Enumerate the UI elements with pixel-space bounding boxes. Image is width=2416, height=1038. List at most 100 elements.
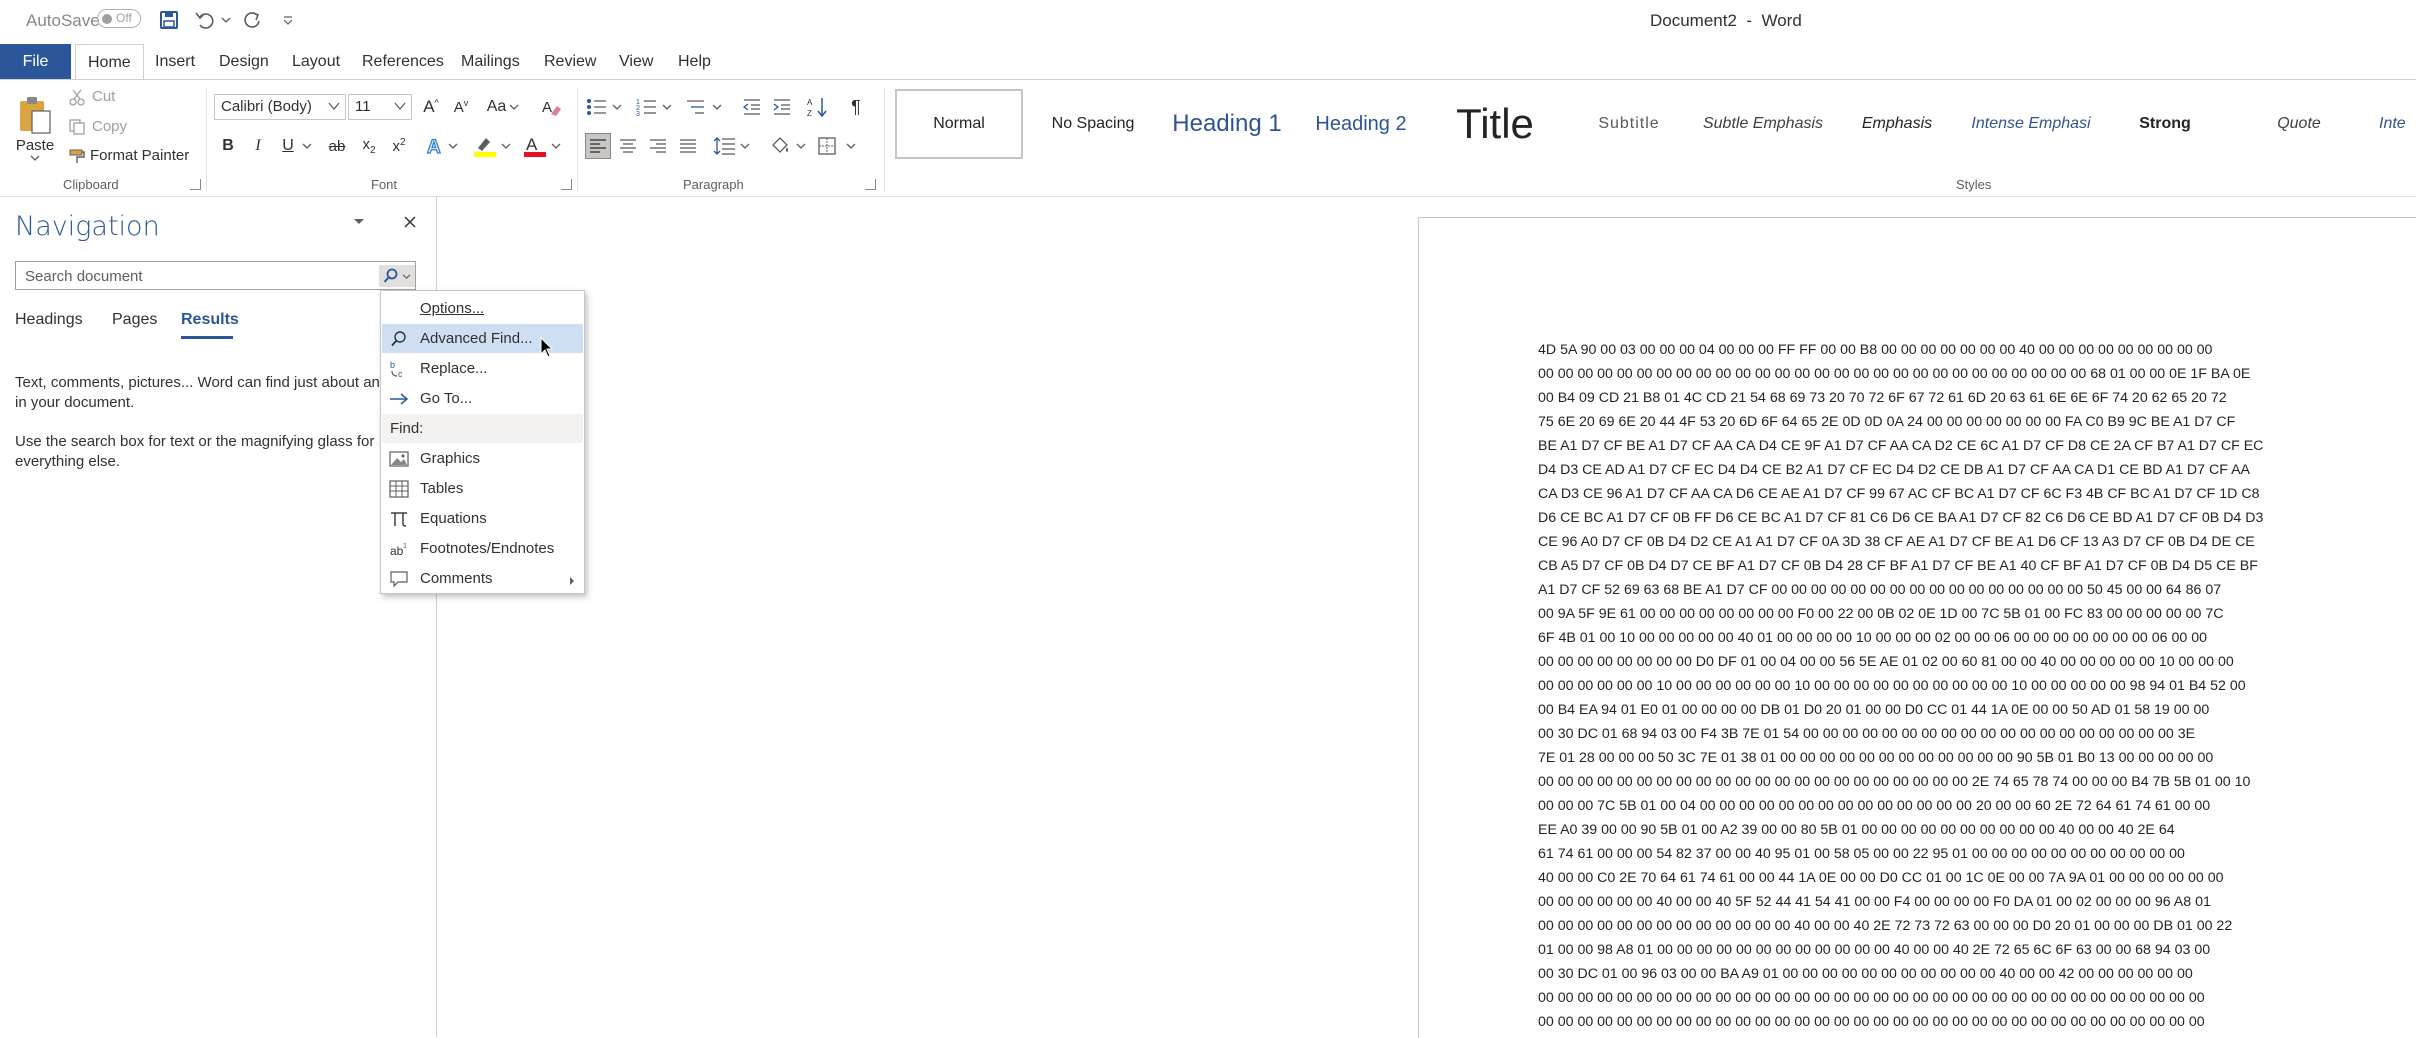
style-heading-1[interactable]: Heading 1 [1163,89,1291,159]
strikethrough-button[interactable]: ab [324,133,350,159]
tab-insert[interactable]: Insert [155,44,195,80]
align-center-button[interactable] [615,133,641,159]
style-heading-2[interactable]: Heading 2 [1297,89,1425,159]
menu-item-label: Equations [420,510,487,527]
font-name-combo[interactable]: Calibri (Body) [214,94,346,120]
change-case-button[interactable]: Aa [484,94,522,120]
superscript-button[interactable]: x2 [386,133,412,159]
menu-item-footnotes[interactable]: ab 1 Footnotes/Endnotes [382,534,583,563]
close-icon [404,216,416,228]
style-no-spacing[interactable]: No Spacing [1029,89,1157,159]
font-group-label: Font [371,177,398,192]
font-launcher[interactable] [561,179,572,190]
tab-design[interactable]: Design [219,44,269,80]
svg-text:1: 1 [403,543,407,550]
paste-button[interactable]: Paste [12,88,58,168]
format-painter-button[interactable] [66,145,88,167]
menu-item-comments[interactable]: Comments [382,564,583,593]
redo-button[interactable] [238,6,266,34]
style-normal[interactable]: Normal [895,89,1023,159]
pane-options-button[interactable] [348,211,370,233]
tab-layout[interactable]: Layout [292,44,340,80]
document-line: 00 00 00 00 00 00 10 00 00 00 00 00 00 1… [1538,678,2246,694]
results-hint-1-line2: in your document. [15,394,135,411]
sort-button[interactable]: AZ [805,94,831,120]
align-right-button[interactable] [645,133,671,159]
document-body[interactable]: 4D 5A 90 00 03 00 00 00 04 00 00 00 FF F… [1538,338,2318,1034]
grow-font-button[interactable]: A^ [418,94,444,120]
cut-button[interactable] [66,86,88,108]
underline-dropdown[interactable] [300,133,314,159]
numbering-button[interactable]: 123 [635,94,675,120]
style-intense-quote[interactable]: Inte [2369,89,2416,159]
tab-references[interactable]: References [362,44,444,80]
undo-button[interactable] [191,6,219,34]
multilevel-list-button[interactable] [685,94,725,120]
menu-item-label: Replace... [420,360,488,377]
highlight-color-button[interactable] [470,133,514,159]
bold-button[interactable]: B [216,133,240,159]
tab-view[interactable]: View [619,44,653,80]
clipboard-launcher[interactable] [190,179,201,190]
style-title[interactable]: Title [1431,89,1559,159]
tab-results[interactable]: Results [181,311,239,329]
undo-icon [195,12,214,29]
tab-home[interactable]: Home [75,44,144,80]
line-spacing-button[interactable] [711,133,753,159]
font-color-button[interactable]: A [520,133,564,159]
menu-item-options[interactable]: Options... [382,294,583,323]
underline-button[interactable]: U [276,133,300,159]
document-line: BE A1 D7 CF BE A1 D7 CF AA CA D4 CE 9F A… [1538,438,2264,454]
search-icon [383,268,398,283]
chevron-down-icon [221,17,231,23]
style-quote[interactable]: Quote [2235,89,2363,159]
document-line: CE 96 A0 D7 CF 0B D4 D2 CE A1 A1 D7 CF 0… [1538,534,2255,550]
customize-qat-button[interactable] [278,6,298,34]
chevron-down-icon [30,155,40,161]
search-options-button[interactable] [379,265,415,287]
document-line: 00 00 00 00 00 00 00 00 00 00 00 00 00 0… [1538,990,2205,1006]
search-document-input[interactable]: Search document [15,261,416,290]
increase-indent-button[interactable] [769,94,795,120]
tab-help[interactable]: Help [678,44,711,80]
style-intense-emphasis[interactable]: Intense Emphasi [1967,89,2095,159]
italic-button[interactable]: I [246,133,270,159]
menu-item-go-to[interactable]: Go To... [382,384,583,413]
autosave-toggle[interactable]: Off [97,9,141,28]
tab-pages[interactable]: Pages [112,311,157,329]
text-effects-button[interactable]: A [422,133,462,159]
shading-button[interactable] [767,133,809,159]
menu-item-equations[interactable]: Equations [382,504,583,533]
menu-item-tables[interactable]: Tables [382,474,583,503]
superscript-icon: x2 [392,137,406,155]
group-separator [884,88,885,192]
menu-item-graphics[interactable]: Graphics [382,444,583,473]
font-size-combo[interactable]: 11 [348,94,412,120]
decrease-indent-button[interactable] [739,94,765,120]
ribbon-tabs: File Home Insert Design Layout Reference… [0,44,2416,80]
tab-mailings[interactable]: Mailings [461,44,520,80]
bullets-button[interactable] [585,94,625,120]
style-strong[interactable]: Strong [2101,89,2229,159]
copy-button[interactable] [66,116,88,138]
justify-button[interactable] [675,133,701,159]
paragraph-launcher[interactable] [865,179,876,190]
tab-headings[interactable]: Headings [15,311,83,329]
show-formatting-button[interactable]: ¶ [843,94,869,120]
subscript-button[interactable]: x2 [356,133,382,159]
style-subtitle[interactable]: Subtitle [1565,89,1693,159]
tab-review[interactable]: Review [544,44,596,80]
format-painter-icon [69,149,85,163]
save-button[interactable] [155,6,183,34]
active-tab-indicator [181,336,233,339]
tab-file[interactable]: File [0,44,71,80]
document-line: CA D3 CE 96 A1 D7 CF AA CA D6 CE AE A1 D… [1538,486,2260,502]
clear-formatting-button[interactable]: A [538,94,564,120]
style-subtle-emphasis[interactable]: Subtle Emphasis [1699,89,1827,159]
close-pane-button[interactable] [398,210,422,234]
align-left-button[interactable] [585,133,611,159]
borders-button[interactable] [815,133,859,159]
shrink-font-button[interactable]: Av [448,94,474,120]
undo-dropdown[interactable] [219,6,233,34]
style-emphasis[interactable]: Emphasis [1833,89,1961,159]
